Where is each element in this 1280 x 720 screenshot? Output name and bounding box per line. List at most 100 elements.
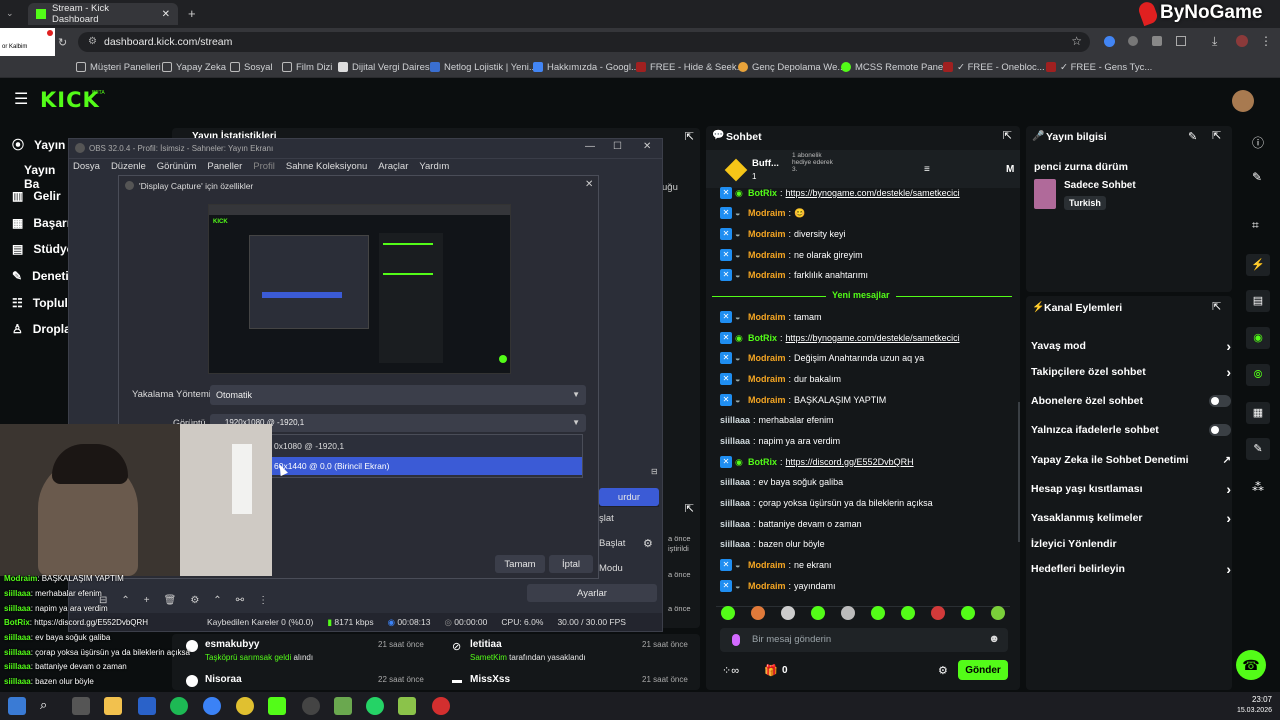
cancel-button[interactable]: İptal xyxy=(549,555,593,573)
download-icon[interactable]: ⤓ xyxy=(1212,34,1217,49)
menu-file[interactable]: Dosya xyxy=(73,161,100,172)
chat-username[interactable]: Modraim xyxy=(748,581,786,591)
display-option-secondary[interactable]: 0x1080 @ -1920,1 xyxy=(272,438,582,454)
profile-avatar-icon[interactable] xyxy=(1236,35,1248,47)
connections-icon[interactable]: ⁘∞ xyxy=(722,664,739,677)
chrome-icon[interactable] xyxy=(236,697,254,715)
kick-logo[interactable]: KICK xyxy=(40,88,100,112)
chat-username[interactable]: Modraim xyxy=(748,270,786,280)
broadcast-icon[interactable]: ⦾ xyxy=(1246,364,1270,386)
chat-username[interactable]: siillaaa xyxy=(720,539,750,549)
start-recording-button[interactable]: şlat xyxy=(599,513,614,524)
bookmark-item[interactable]: Dijital Vergi Dairesi xyxy=(338,56,432,78)
obs-app-icon[interactable] xyxy=(302,697,320,715)
chat-bubble-icon[interactable]: ◉ xyxy=(1246,327,1270,349)
close-tab-icon[interactable]: ✕ xyxy=(162,9,170,20)
emote-icon[interactable] xyxy=(961,606,975,620)
chevron-up-icon[interactable]: ⌃ xyxy=(121,595,129,606)
info-icon[interactable]: ⓘ xyxy=(1252,134,1264,151)
bookmark-item[interactable]: Hakkımızda - Googl... xyxy=(533,56,639,78)
activity-user[interactable]: Nisoraa xyxy=(205,674,242,685)
action-ai-moderation[interactable]: Yapay Zeka ile Sohbet Denetimi ↗ xyxy=(1031,450,1231,470)
chat-username[interactable]: Modraim xyxy=(748,312,786,322)
send-button[interactable]: Gönder xyxy=(958,660,1008,680)
popout-icon[interactable]: ⇱ xyxy=(685,130,694,143)
stop-stream-button[interactable]: urdur xyxy=(599,488,659,506)
bookmark-item[interactable]: FREE - Hide & Seek... xyxy=(636,56,745,78)
menu-profile[interactable]: Profil xyxy=(253,161,275,172)
start-virtual-cam-button[interactable]: Başlat xyxy=(599,538,625,549)
search-icon[interactable]: ⌕ xyxy=(40,697,58,715)
mic-icon[interactable] xyxy=(732,634,740,646)
display-option-primary[interactable]: 60x1440 @ 0,0 (Birincil Ekran) xyxy=(272,457,582,475)
chat-username[interactable]: Modraim xyxy=(748,229,786,239)
sidebar-item-community[interactable]: ☷ Topluli xyxy=(12,296,71,310)
activity-user[interactable]: MissXss xyxy=(470,674,510,685)
dock-icon[interactable]: ⊟ xyxy=(651,467,658,476)
add-icon[interactable]: + xyxy=(144,595,150,606)
bookmark-item[interactable]: Netlog Lojistik | Yeni... xyxy=(430,56,537,78)
close-icon[interactable]: ✕ xyxy=(585,179,593,190)
sidebar-item-moderation[interactable]: ✎ Deneti xyxy=(12,269,69,283)
chat-username[interactable]: BotRix xyxy=(748,333,777,343)
emote-icon[interactable] xyxy=(931,606,945,620)
menu-dots-icon[interactable]: ⋮ xyxy=(1260,34,1272,48)
whatsapp-icon[interactable] xyxy=(366,697,384,715)
bookmark-item[interactable]: ✓ FREE - Gens Tyc... xyxy=(1046,56,1152,78)
menu-scene-collection[interactable]: Sahne Koleksiyonu xyxy=(286,161,367,172)
action-subscribers-only[interactable]: Abonelere özel sohbet xyxy=(1031,391,1231,411)
url-field[interactable]: ⚙ dashboard.kick.com/stream ☆ xyxy=(78,32,1090,52)
chat-username[interactable]: siillaaa xyxy=(720,519,750,529)
action-host[interactable]: İzleyici Yönlendir xyxy=(1031,534,1231,554)
stream-category[interactable]: Sadece Sohbet xyxy=(1064,180,1136,191)
chat-username[interactable]: Modraim xyxy=(748,560,786,570)
action-banned-words[interactable]: Yasaklanmış kelimeler › xyxy=(1031,508,1231,528)
emoji-icon[interactable]: ☻ xyxy=(988,633,1000,645)
bookmark-item[interactable]: MCSS Remote Panel... xyxy=(841,56,953,78)
chat-username[interactable]: BotRix xyxy=(748,188,777,198)
chat-username[interactable]: siillaaa xyxy=(720,477,750,487)
subscribers-only-toggle[interactable] xyxy=(1209,395,1231,407)
popup-close-icon[interactable] xyxy=(47,30,53,36)
popout-icon[interactable]: ⇱ xyxy=(1003,129,1012,142)
chat-link[interactable]: https://discord.gg/E552DvbQRH xyxy=(786,457,914,467)
sidebar-item-income[interactable]: ▥ Gelir xyxy=(12,189,61,203)
bookmark-item[interactable]: Yapay Zeka xyxy=(162,56,226,78)
popout-icon[interactable]: ⇱ xyxy=(685,502,694,515)
sidebar-item-studio[interactable]: ▤ Stüdyo xyxy=(12,242,74,256)
more-icon[interactable]: ⋮ xyxy=(258,595,268,606)
emote-icon[interactable] xyxy=(871,606,885,620)
filter-icon[interactable]: ≡ xyxy=(924,164,930,175)
chat-username[interactable]: Modraim xyxy=(748,395,786,405)
chat-username[interactable]: siillaaa xyxy=(720,436,750,446)
close-icon[interactable]: ✕ xyxy=(643,141,651,152)
minimize-icon[interactable]: — xyxy=(585,141,595,152)
maximize-icon[interactable]: ☐ xyxy=(613,141,622,152)
extension-icon[interactable] xyxy=(1104,36,1115,47)
emote-icon[interactable] xyxy=(841,606,855,620)
sidebar-item-achievements[interactable]: ▦ Başarı xyxy=(12,216,70,230)
gear-icon[interactable]: ⚙ xyxy=(190,595,199,606)
chat-username[interactable]: Modraim xyxy=(748,374,786,384)
sidebar-item-stream-settings[interactable]: Yayın Ba xyxy=(24,163,68,191)
emote-icon[interactable] xyxy=(751,606,765,620)
integrations-icon[interactable]: ⁂ xyxy=(1252,480,1264,494)
emotes-only-toggle[interactable] xyxy=(1209,424,1231,436)
chevron-up-icon[interactable]: ⌃ xyxy=(213,595,221,606)
site-info-icon[interactable]: ⚙ xyxy=(88,36,97,47)
extensions-puzzle-icon[interactable] xyxy=(1176,36,1186,46)
activity-user[interactable]: esmakubyy xyxy=(205,639,259,650)
menu-help[interactable]: Yardım xyxy=(419,161,449,172)
obs-settings-button[interactable]: Ayarlar xyxy=(527,584,657,602)
app-icon[interactable] xyxy=(334,697,352,715)
clipboard-icon[interactable]: ▤ xyxy=(1246,290,1270,312)
minecraft-icon[interactable] xyxy=(398,697,416,715)
hamburger-menu-icon[interactable]: ☰ xyxy=(14,92,28,108)
popout-icon[interactable]: ⇱ xyxy=(1212,300,1221,313)
menu-view[interactable]: Görünüm xyxy=(157,161,197,172)
support-chat-button[interactable]: ☎ xyxy=(1236,650,1266,680)
bookmark-item[interactable]: Film Dizi xyxy=(282,56,332,78)
pencil-icon[interactable]: ✎ xyxy=(1252,170,1262,184)
emote-icon[interactable] xyxy=(991,606,1005,620)
emote-icon[interactable] xyxy=(901,606,915,620)
